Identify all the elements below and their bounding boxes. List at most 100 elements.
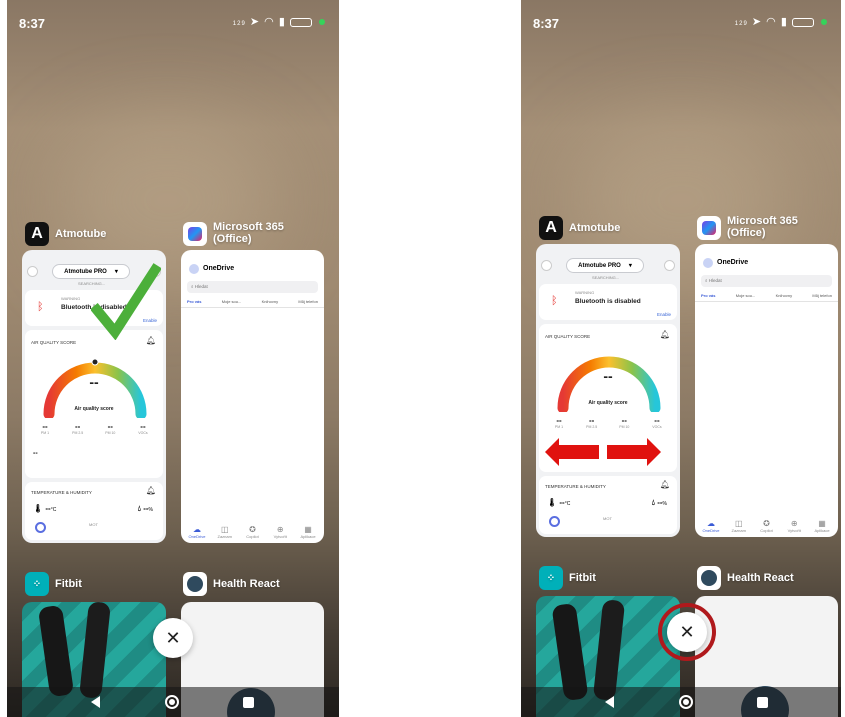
refresh-icon[interactable] [664, 260, 675, 271]
signal-icon: ▮ [780, 16, 788, 28]
aq-section-title: AIR QUALITY SCORE [545, 334, 591, 339]
office-app-header[interactable]: Microsoft 365 (Office) [183, 222, 284, 246]
net-speed: 129 [232, 21, 246, 27]
battery-icon [289, 17, 312, 27]
tab-my-phone[interactable]: Můj telefon [298, 299, 318, 304]
humidity: 💧︎ --% [137, 504, 153, 513]
aq-value: -- [89, 374, 99, 390]
bell-icon[interactable]: 🔔︎ [660, 330, 670, 339]
back-icon[interactable] [605, 696, 614, 708]
healthreact-app-icon [697, 566, 721, 590]
home-icon[interactable] [165, 695, 179, 709]
office-app-name: Microsoft 365 (Office) [727, 215, 798, 239]
bell-icon[interactable]: 🔔︎ [146, 486, 156, 495]
aq-label: Air quality score [588, 400, 628, 406]
bottom-tab-onedrive[interactable]: ☁︎ OneDrive [185, 525, 209, 539]
aq-section-title: AIR QUALITY SCORE [31, 340, 77, 345]
bottom-tab-create[interactable]: ⊕ Vytvořit [782, 519, 806, 533]
atmotube-app-name: Atmotube [55, 228, 107, 240]
office-app-header[interactable]: Microsoft 365 (Office) [697, 216, 798, 240]
runner-legs [79, 601, 111, 699]
office-app-name: Microsoft 365 (Office) [213, 221, 284, 245]
tab-underline [181, 307, 324, 308]
atmotube-app-icon: A [539, 216, 563, 240]
bottom-tab-apps[interactable]: ▦ Aplikace [296, 525, 320, 539]
thermometer-icon: 🌡︎ [33, 504, 44, 513]
close-button-highlight-circle [658, 603, 716, 661]
tab-libraries[interactable]: Knihovny [262, 299, 278, 304]
bottom-tab-record[interactable]: ◫ Zaznam [213, 525, 237, 539]
healthreact-app-header[interactable]: Health React [183, 572, 280, 596]
healthreact-app-name: Health React [213, 578, 280, 590]
onedrive-title: OneDrive [203, 265, 235, 272]
fitbit-app-name: Fitbit [55, 578, 82, 590]
checkmark-annotation [91, 263, 161, 340]
avatar[interactable] [189, 264, 199, 274]
healthreact-app-header[interactable]: Health React [697, 566, 794, 590]
tab-my-phone[interactable]: Můj telefon [812, 293, 832, 298]
thermometer-icon: 🌡︎ [547, 498, 558, 507]
location-icon: ➤ [249, 16, 261, 28]
swipe-arrows-annotation [545, 438, 661, 466]
bottom-tab-copilot[interactable]: ✪ Copilot [241, 525, 265, 539]
navigation-bar [7, 687, 339, 717]
home-icon[interactable] [679, 695, 693, 709]
avatar[interactable] [703, 258, 713, 268]
back-icon[interactable] [91, 696, 100, 708]
metric-item: -- PM 10 [105, 422, 116, 435]
clock: 8:37 [19, 16, 46, 31]
status-bar: 8:37 129 ➤ ◠ ▮ [521, 0, 841, 34]
recents-icon[interactable] [243, 697, 254, 708]
bottom-tab-apps[interactable]: ▦ Aplikace [810, 519, 834, 533]
device-selector[interactable]: Atmotube PRO ▾ [566, 258, 644, 273]
bottom-tab-copilot[interactable]: ✪ Copilot [755, 519, 779, 533]
search-input[interactable]: ⌕ Hledat [701, 275, 832, 287]
bottom-tab-record[interactable]: ◫ Zaznam [727, 519, 751, 533]
atmotube-app-header[interactable]: A Atmotube [539, 216, 620, 240]
tab-for-you[interactable]: Pro vás [701, 293, 715, 298]
bottom-tab-create[interactable]: ⊕ Vytvořit [268, 525, 292, 539]
fitbit-app-header[interactable]: ⁘ Fitbit [25, 572, 82, 596]
signal-icon: ▮ [278, 16, 286, 28]
tab-underline [695, 301, 838, 302]
extra-value: -- [33, 450, 38, 457]
air-quality-box: AIR QUALITY SCORE 🔔︎ Harmful Good -- Air… [25, 330, 163, 478]
phone-screenshot-right: 8:37 129 ➤ ◠ ▮ A Atmotube Atmotube PRO ▾… [521, 0, 841, 717]
fitbit-app-header[interactable]: ⁘ Fitbit [539, 566, 596, 590]
menu-icon[interactable] [27, 266, 38, 277]
temperature: 🌡︎ --°C [547, 498, 571, 507]
bluetooth-warning-box: ᛒ WARNING Bluetooth is disabled Enable [539, 284, 677, 320]
fitbit-app-icon: ⁘ [25, 572, 49, 596]
bottom-tab-onedrive[interactable]: ☁︎ OneDrive [699, 519, 723, 533]
aq-label: Air quality score [74, 406, 114, 412]
healthreact-app-icon [183, 572, 207, 596]
atmotube-app-name: Atmotube [569, 222, 621, 234]
bell-icon[interactable]: 🔔︎ [660, 480, 670, 489]
search-input[interactable]: ⌕ Hledat [187, 281, 318, 293]
atmotube-app-header[interactable]: A Atmotube [25, 222, 106, 246]
net-speed: 129 [734, 21, 748, 27]
status-bar: 8:37 129 ➤ ◠ ▮ [7, 0, 339, 34]
office-tabs: Pro vás Moje sou... Knihovny Můj telefon [187, 299, 318, 304]
close-all-button[interactable]: ✕ [153, 618, 193, 658]
bottom-label: MOT [89, 522, 98, 527]
temp-humidity-box: TEMPERATURE & HUMIDITY 🔔︎ 🌡︎ --°C 💧︎ --%… [25, 482, 163, 540]
office-card[interactable]: OneDrive ⌕ Hledat Pro vás Moje sou... Kn… [181, 250, 324, 543]
runner-legs [37, 604, 75, 698]
office-card[interactable]: OneDrive ⌕ Hledat Pro vás Moje sou... Kn… [695, 244, 838, 537]
tab-libraries[interactable]: Knihovny [776, 293, 792, 298]
tab-for-you[interactable]: Pro vás [187, 299, 201, 304]
microsoft-365-icon [183, 222, 207, 246]
navigation-bar [521, 687, 841, 717]
phone-screenshot-left: 8:37 129 ➤ ◠ ▮ A Atmotube Atmotube PRO ▾… [7, 0, 339, 717]
metrics-row: -- PM 1 -- PM 2.5 -- PM 10 -- VOCs [545, 416, 671, 429]
th-section-title: TEMPERATURE & HUMIDITY [31, 490, 92, 495]
metrics-row: -- PM 1 -- PM 2.5 -- PM 10 -- VOCs [31, 422, 157, 435]
tab-my-files[interactable]: Moje sou... [222, 299, 242, 304]
recents-icon[interactable] [757, 697, 768, 708]
tab-my-files[interactable]: Moje sou... [736, 293, 756, 298]
atmotube-card[interactable]: Atmotube PRO ▾ SEARCHING... ᛒ WARNING Bl… [536, 244, 680, 537]
menu-icon[interactable] [541, 260, 552, 271]
metric-item: -- VOCs [652, 416, 662, 429]
enable-link[interactable]: Enable [657, 312, 671, 317]
